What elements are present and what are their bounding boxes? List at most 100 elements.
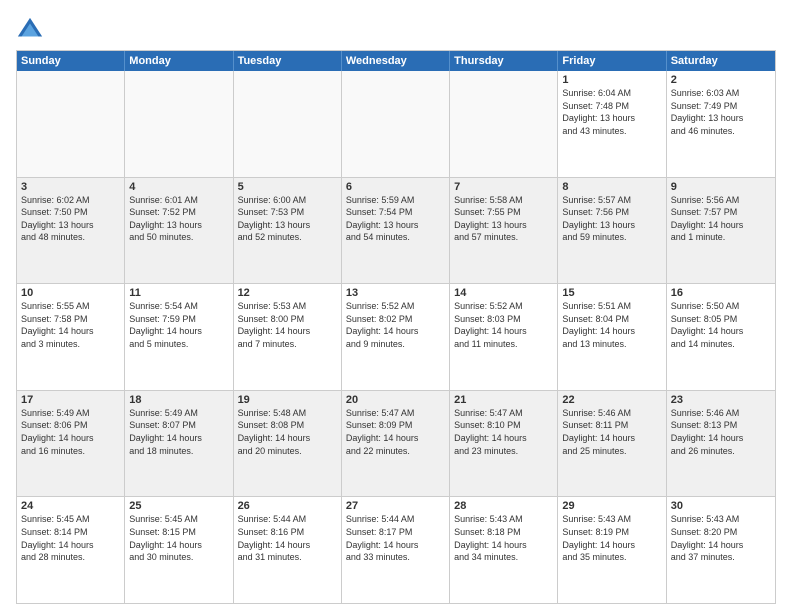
day-cell-4: 4Sunrise: 6:01 AM Sunset: 7:52 PM Daylig…	[125, 178, 233, 284]
calendar-body: 1Sunrise: 6:04 AM Sunset: 7:48 PM Daylig…	[17, 71, 775, 603]
day-number: 4	[129, 181, 228, 193]
day-number: 28	[454, 500, 553, 512]
day-number: 9	[671, 181, 771, 193]
day-info: Sunrise: 5:48 AM Sunset: 8:08 PM Dayligh…	[238, 407, 337, 457]
day-cell-15: 15Sunrise: 5:51 AM Sunset: 8:04 PM Dayli…	[558, 284, 666, 390]
day-cell-23: 23Sunrise: 5:46 AM Sunset: 8:13 PM Dayli…	[667, 391, 775, 497]
day-cell-5: 5Sunrise: 6:00 AM Sunset: 7:53 PM Daylig…	[234, 178, 342, 284]
header-day-tuesday: Tuesday	[234, 51, 342, 71]
day-info: Sunrise: 5:43 AM Sunset: 8:18 PM Dayligh…	[454, 513, 553, 563]
calendar-row-3: 10Sunrise: 5:55 AM Sunset: 7:58 PM Dayli…	[17, 283, 775, 390]
day-cell-22: 22Sunrise: 5:46 AM Sunset: 8:11 PM Dayli…	[558, 391, 666, 497]
day-info: Sunrise: 5:56 AM Sunset: 7:57 PM Dayligh…	[671, 194, 771, 244]
header-day-monday: Monday	[125, 51, 233, 71]
day-cell-13: 13Sunrise: 5:52 AM Sunset: 8:02 PM Dayli…	[342, 284, 450, 390]
logo-icon	[16, 16, 44, 44]
day-number: 19	[238, 394, 337, 406]
day-cell-21: 21Sunrise: 5:47 AM Sunset: 8:10 PM Dayli…	[450, 391, 558, 497]
day-info: Sunrise: 5:59 AM Sunset: 7:54 PM Dayligh…	[346, 194, 445, 244]
empty-cell	[450, 71, 558, 177]
day-number: 14	[454, 287, 553, 299]
header-day-saturday: Saturday	[667, 51, 775, 71]
day-info: Sunrise: 6:01 AM Sunset: 7:52 PM Dayligh…	[129, 194, 228, 244]
day-number: 11	[129, 287, 228, 299]
day-cell-19: 19Sunrise: 5:48 AM Sunset: 8:08 PM Dayli…	[234, 391, 342, 497]
day-number: 27	[346, 500, 445, 512]
empty-cell	[17, 71, 125, 177]
day-info: Sunrise: 5:51 AM Sunset: 8:04 PM Dayligh…	[562, 300, 661, 350]
calendar-row-1: 1Sunrise: 6:04 AM Sunset: 7:48 PM Daylig…	[17, 71, 775, 177]
day-cell-24: 24Sunrise: 5:45 AM Sunset: 8:14 PM Dayli…	[17, 497, 125, 603]
day-number: 26	[238, 500, 337, 512]
day-number: 30	[671, 500, 771, 512]
day-info: Sunrise: 5:57 AM Sunset: 7:56 PM Dayligh…	[562, 194, 661, 244]
day-number: 5	[238, 181, 337, 193]
day-info: Sunrise: 5:45 AM Sunset: 8:15 PM Dayligh…	[129, 513, 228, 563]
day-number: 24	[21, 500, 120, 512]
empty-cell	[234, 71, 342, 177]
day-info: Sunrise: 5:47 AM Sunset: 8:10 PM Dayligh…	[454, 407, 553, 457]
calendar-row-4: 17Sunrise: 5:49 AM Sunset: 8:06 PM Dayli…	[17, 390, 775, 497]
day-number: 3	[21, 181, 120, 193]
header-day-friday: Friday	[558, 51, 666, 71]
day-cell-30: 30Sunrise: 5:43 AM Sunset: 8:20 PM Dayli…	[667, 497, 775, 603]
day-cell-6: 6Sunrise: 5:59 AM Sunset: 7:54 PM Daylig…	[342, 178, 450, 284]
day-info: Sunrise: 5:46 AM Sunset: 8:13 PM Dayligh…	[671, 407, 771, 457]
empty-cell	[342, 71, 450, 177]
day-number: 12	[238, 287, 337, 299]
day-info: Sunrise: 5:54 AM Sunset: 7:59 PM Dayligh…	[129, 300, 228, 350]
day-cell-25: 25Sunrise: 5:45 AM Sunset: 8:15 PM Dayli…	[125, 497, 233, 603]
day-cell-29: 29Sunrise: 5:43 AM Sunset: 8:19 PM Dayli…	[558, 497, 666, 603]
day-number: 16	[671, 287, 771, 299]
day-cell-7: 7Sunrise: 5:58 AM Sunset: 7:55 PM Daylig…	[450, 178, 558, 284]
day-number: 25	[129, 500, 228, 512]
day-cell-2: 2Sunrise: 6:03 AM Sunset: 7:49 PM Daylig…	[667, 71, 775, 177]
header-day-sunday: Sunday	[17, 51, 125, 71]
day-number: 21	[454, 394, 553, 406]
day-cell-27: 27Sunrise: 5:44 AM Sunset: 8:17 PM Dayli…	[342, 497, 450, 603]
day-info: Sunrise: 6:03 AM Sunset: 7:49 PM Dayligh…	[671, 87, 771, 137]
day-info: Sunrise: 5:43 AM Sunset: 8:19 PM Dayligh…	[562, 513, 661, 563]
day-cell-1: 1Sunrise: 6:04 AM Sunset: 7:48 PM Daylig…	[558, 71, 666, 177]
day-cell-11: 11Sunrise: 5:54 AM Sunset: 7:59 PM Dayli…	[125, 284, 233, 390]
day-info: Sunrise: 5:55 AM Sunset: 7:58 PM Dayligh…	[21, 300, 120, 350]
day-info: Sunrise: 5:50 AM Sunset: 8:05 PM Dayligh…	[671, 300, 771, 350]
day-number: 7	[454, 181, 553, 193]
day-number: 29	[562, 500, 661, 512]
day-cell-9: 9Sunrise: 5:56 AM Sunset: 7:57 PM Daylig…	[667, 178, 775, 284]
day-info: Sunrise: 5:49 AM Sunset: 8:06 PM Dayligh…	[21, 407, 120, 457]
day-cell-10: 10Sunrise: 5:55 AM Sunset: 7:58 PM Dayli…	[17, 284, 125, 390]
calendar-row-2: 3Sunrise: 6:02 AM Sunset: 7:50 PM Daylig…	[17, 177, 775, 284]
header-day-thursday: Thursday	[450, 51, 558, 71]
page: SundayMondayTuesdayWednesdayThursdayFrid…	[0, 0, 792, 612]
day-info: Sunrise: 5:52 AM Sunset: 8:03 PM Dayligh…	[454, 300, 553, 350]
day-cell-16: 16Sunrise: 5:50 AM Sunset: 8:05 PM Dayli…	[667, 284, 775, 390]
day-cell-3: 3Sunrise: 6:02 AM Sunset: 7:50 PM Daylig…	[17, 178, 125, 284]
day-number: 15	[562, 287, 661, 299]
day-info: Sunrise: 6:00 AM Sunset: 7:53 PM Dayligh…	[238, 194, 337, 244]
day-info: Sunrise: 5:53 AM Sunset: 8:00 PM Dayligh…	[238, 300, 337, 350]
day-info: Sunrise: 5:44 AM Sunset: 8:17 PM Dayligh…	[346, 513, 445, 563]
logo	[16, 16, 48, 44]
day-number: 6	[346, 181, 445, 193]
day-number: 10	[21, 287, 120, 299]
day-cell-18: 18Sunrise: 5:49 AM Sunset: 8:07 PM Dayli…	[125, 391, 233, 497]
day-cell-26: 26Sunrise: 5:44 AM Sunset: 8:16 PM Dayli…	[234, 497, 342, 603]
header-day-wednesday: Wednesday	[342, 51, 450, 71]
day-cell-14: 14Sunrise: 5:52 AM Sunset: 8:03 PM Dayli…	[450, 284, 558, 390]
day-info: Sunrise: 5:43 AM Sunset: 8:20 PM Dayligh…	[671, 513, 771, 563]
header	[16, 12, 776, 44]
day-cell-12: 12Sunrise: 5:53 AM Sunset: 8:00 PM Dayli…	[234, 284, 342, 390]
day-info: Sunrise: 6:04 AM Sunset: 7:48 PM Dayligh…	[562, 87, 661, 137]
day-number: 22	[562, 394, 661, 406]
day-info: Sunrise: 5:49 AM Sunset: 8:07 PM Dayligh…	[129, 407, 228, 457]
day-cell-8: 8Sunrise: 5:57 AM Sunset: 7:56 PM Daylig…	[558, 178, 666, 284]
day-info: Sunrise: 5:46 AM Sunset: 8:11 PM Dayligh…	[562, 407, 661, 457]
calendar-header: SundayMondayTuesdayWednesdayThursdayFrid…	[17, 51, 775, 71]
day-number: 13	[346, 287, 445, 299]
day-info: Sunrise: 5:47 AM Sunset: 8:09 PM Dayligh…	[346, 407, 445, 457]
day-number: 8	[562, 181, 661, 193]
calendar-row-5: 24Sunrise: 5:45 AM Sunset: 8:14 PM Dayli…	[17, 496, 775, 603]
empty-cell	[125, 71, 233, 177]
day-info: Sunrise: 6:02 AM Sunset: 7:50 PM Dayligh…	[21, 194, 120, 244]
